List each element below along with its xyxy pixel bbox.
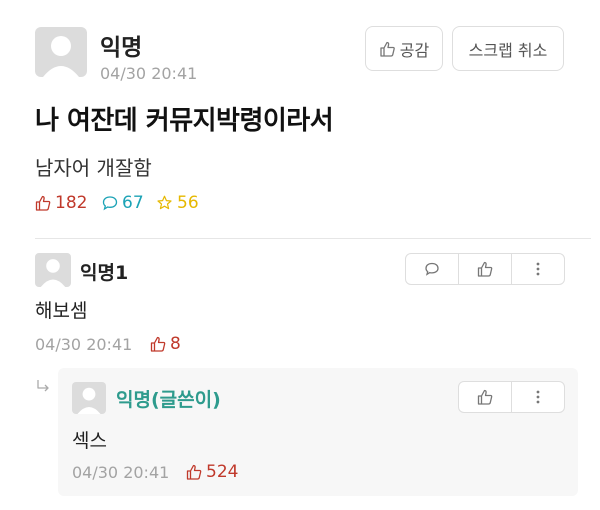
speech-bubble-icon [102,196,118,211]
thumbs-up-icon [186,464,202,480]
reply-like-count: 524 [186,462,238,482]
reply-avatar [72,382,106,414]
star-icon [157,195,172,210]
thumbs-up-icon [380,41,395,57]
scrap-cancel-button[interactable]: 스크랩 취소 [452,26,564,71]
comment-like-button[interactable] [458,253,512,285]
reply-text: 섹스 [72,430,107,452]
thumbs-up-icon [150,336,166,352]
more-vertical-icon [536,262,540,276]
thumbs-up-icon [477,389,493,405]
reply-arrow-icon [35,378,51,398]
post-author: 익명 [100,35,143,61]
reply-author: 익명(글쓴이) [116,389,221,411]
avatar-icon [43,36,79,77]
post-comment-count: 67 [102,193,144,213]
reply-more-button[interactable] [511,381,565,413]
comment-reply-button[interactable] [405,253,459,285]
comment-time: 04/30 20:41 [35,335,133,354]
post-time: 04/30 20:41 [100,64,198,83]
speech-bubble-icon [425,262,439,276]
comment-avatar [35,253,71,287]
post-avatar [35,27,87,77]
post-like-count: 182 [35,193,87,213]
like-button-label: 공감 [399,40,430,60]
comment-like-count: 8 [150,334,181,354]
comment-more-button[interactable] [511,253,565,285]
thumbs-up-icon [477,261,493,277]
post-title: 나 여잔데 커뮤지박령이라서 [35,106,334,136]
thumbs-up-icon [35,195,51,211]
reply-like-button[interactable] [458,381,512,413]
reply-time: 04/30 20:41 [72,463,170,482]
avatar-icon [77,387,101,414]
post-body: 남자어 개잘함 [35,156,152,180]
avatar-icon [40,259,66,287]
more-vertical-icon [536,390,540,404]
comment-author: 익명1 [80,262,129,284]
divider [35,238,591,239]
comment-text: 해보셈 [35,300,88,322]
post-scrap-count: 56 [156,193,199,213]
like-button[interactable]: 공감 [365,26,443,71]
